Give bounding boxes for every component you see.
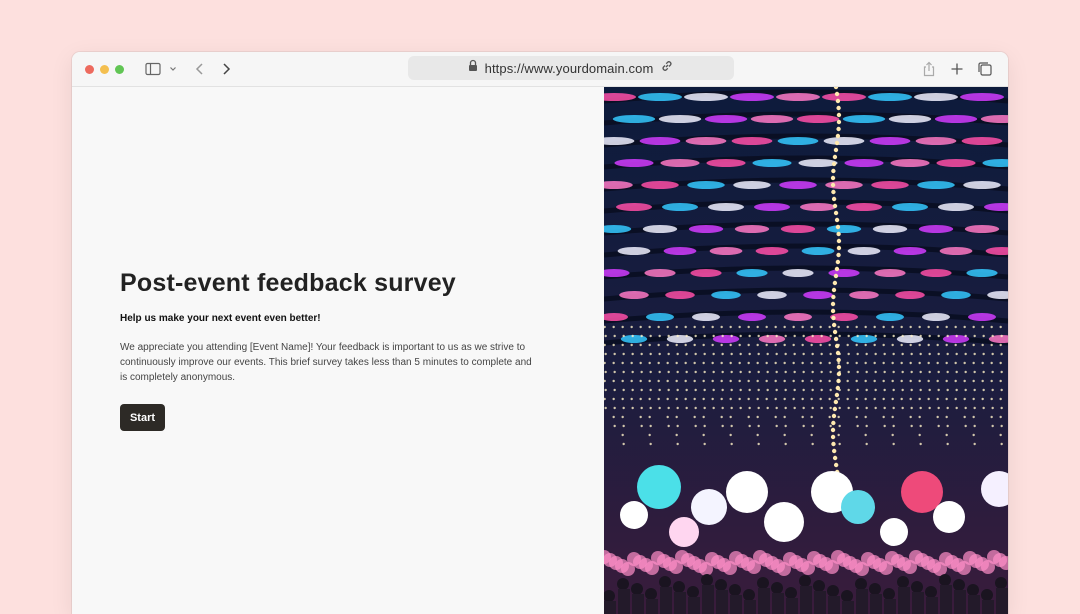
minimize-window-button[interactable]: [100, 65, 109, 74]
forward-arrow-icon[interactable]: [218, 60, 234, 78]
festival-canopy-image: [604, 87, 1008, 614]
event-photo: [604, 87, 1008, 614]
sidebar-icon[interactable]: [144, 60, 162, 78]
close-window-button[interactable]: [85, 65, 94, 74]
new-tab-icon[interactable]: [948, 60, 966, 78]
tabs-overview-icon[interactable]: [976, 60, 994, 78]
lock-icon: [468, 59, 478, 77]
link-icon[interactable]: [660, 59, 674, 78]
zoom-window-button[interactable]: [115, 65, 124, 74]
page-content: Post-event feedback survey Help us make …: [72, 87, 1008, 614]
share-icon[interactable]: [920, 60, 938, 78]
address-bar[interactable]: https://www.yourdomain.com: [408, 56, 734, 80]
browser-window: https://www.yourdomain.com Post-event fe…: [72, 52, 1008, 614]
url-text: https://www.yourdomain.com: [484, 60, 654, 76]
page-description: We appreciate you attending [Event Name]…: [120, 342, 532, 383]
browser-toolbar: https://www.yourdomain.com: [72, 52, 1008, 87]
page-title: Post-event feedback survey: [120, 269, 456, 297]
start-button[interactable]: Start: [120, 404, 165, 431]
survey-intro-panel: Post-event feedback survey Help us make …: [72, 87, 604, 614]
page-subtitle: Help us make your next event even better…: [120, 313, 321, 324]
chevron-down-icon[interactable]: [168, 60, 178, 78]
back-arrow-icon[interactable]: [192, 60, 208, 78]
